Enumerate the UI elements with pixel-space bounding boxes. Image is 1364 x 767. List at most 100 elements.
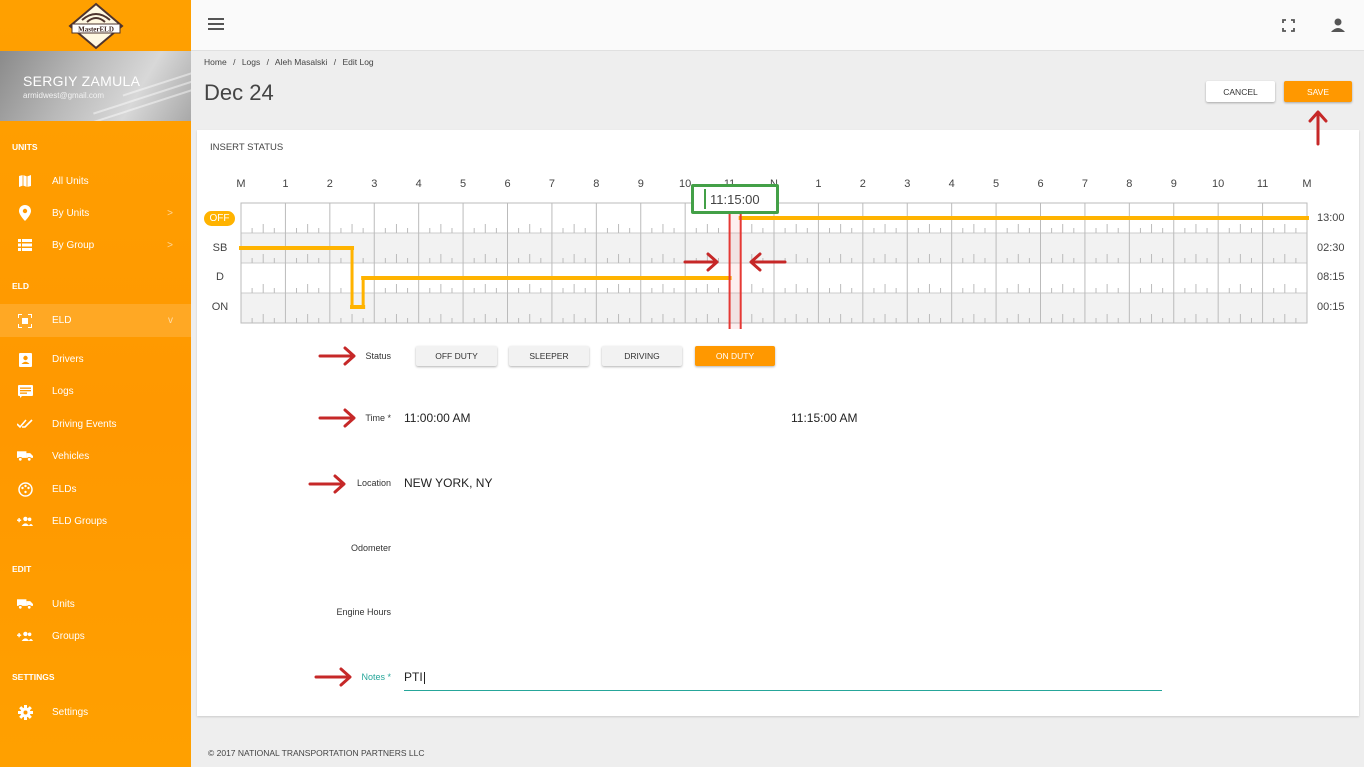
time-start-field[interactable]: 11:00:00 AM [404, 411, 471, 425]
hour-label: 2 [859, 178, 866, 190]
gear-icon [17, 704, 33, 720]
total-off: 13:00 [1317, 212, 1345, 224]
sidebar-item-label: Drivers [52, 353, 84, 365]
sidebar-item-settings[interactable]: Settings [0, 696, 191, 728]
card-title: INSERT STATUS [210, 142, 284, 153]
logo-icon: MasterELD [67, 2, 124, 49]
sidebar-item-label: Driving Events [52, 418, 117, 430]
notes-text: PTI [404, 670, 423, 684]
list-icon [17, 237, 33, 253]
sidebar-item-label: By Units [52, 207, 90, 219]
hour-label: 2 [326, 178, 333, 190]
status-label-sb: SB [212, 242, 228, 254]
breadcrumb-separator: / [266, 57, 269, 67]
time-label: Time * [365, 413, 391, 423]
status-label-on: ON [211, 301, 229, 313]
hour-label: 1 [815, 178, 822, 190]
sidebar-item-label: By Group [52, 239, 95, 251]
top-bar [191, 0, 1364, 51]
hour-label: 3 [371, 178, 378, 190]
eld-icon [17, 313, 33, 329]
sidebar-item-by-units[interactable]: By Units > [0, 197, 191, 229]
sidebar-item-label: ELD Groups [52, 515, 108, 527]
breadcrumb-logs[interactable]: Logs [242, 57, 260, 67]
sidebar-item-groups[interactable]: Groups [0, 620, 191, 652]
sidebar-item-all-units[interactable]: All Units [0, 165, 191, 197]
badge-icon [17, 351, 33, 367]
group-add-icon [17, 628, 33, 644]
section-label-settings: SETTINGS [12, 672, 55, 682]
odometer-field[interactable] [404, 541, 704, 557]
location-label: Location [356, 478, 391, 488]
location-field[interactable]: NEW YORK, NY [404, 476, 492, 490]
status-driving-button[interactable]: DRIVING [602, 346, 682, 366]
engine-hours-label: Engine Hours [336, 607, 391, 617]
section-label-edit: EDIT [12, 564, 32, 574]
hamburger-icon[interactable] [208, 18, 224, 32]
status-label: Status [365, 351, 391, 361]
hour-label: 6 [1037, 178, 1044, 190]
logs-icon [17, 383, 33, 399]
account-icon[interactable] [1330, 17, 1346, 33]
brand-logo[interactable]: MasterELD [0, 0, 191, 51]
hour-label: 6 [504, 178, 511, 190]
sidebar-item-label: Units [52, 598, 75, 610]
fullscreen-icon[interactable] [1282, 19, 1295, 32]
cancel-button[interactable]: CANCEL [1206, 81, 1275, 102]
hour-label: M [236, 178, 246, 190]
sidebar: MasterELD SERGIY ZAMULA armidwest@gmail.… [0, 0, 191, 767]
profile-email: armidwest@gmail.com [23, 91, 105, 100]
sidebar-item-label: Settings [52, 706, 89, 718]
notes-underline [404, 690, 1162, 691]
selection-time-label: 11:15:00 [710, 192, 760, 207]
time-end-field[interactable]: 11:15:00 AM [791, 411, 858, 425]
sidebar-item-label: ELDs [52, 483, 77, 495]
footer-copyright: © 2017 NATIONAL TRANSPORTATION PARTNERS … [208, 748, 425, 758]
engine-hours-field[interactable] [404, 605, 704, 621]
selection-time-badge: 11:15:00 [691, 184, 779, 214]
hour-label: 5 [993, 178, 1000, 190]
page-title: Dec 24 [204, 80, 274, 105]
selection-handle[interactable] [704, 189, 706, 209]
breadcrumb-driver[interactable]: Aleh Masalski [275, 57, 327, 67]
notes-field[interactable]: PTI [404, 670, 425, 684]
sidebar-item-elds[interactable]: ELDs [0, 473, 191, 505]
truck-icon [17, 596, 33, 612]
hour-label: 4 [415, 178, 422, 190]
double-check-icon [17, 416, 33, 432]
hour-label: 1 [282, 178, 289, 190]
device-icon [17, 481, 33, 497]
group-add-icon [17, 513, 33, 529]
sidebar-item-by-group[interactable]: By Group > [0, 229, 191, 261]
sidebar-item-logs[interactable]: Logs [0, 375, 191, 407]
breadcrumb-separator: / [233, 57, 236, 67]
hour-label: 3 [904, 178, 911, 190]
status-label-off: OFF [204, 211, 235, 226]
sidebar-item-units[interactable]: Units [0, 588, 191, 620]
notes-label: Notes * [361, 672, 391, 682]
sidebar-item-vehicles[interactable]: Vehicles [0, 440, 191, 472]
hour-label: 5 [460, 178, 467, 190]
total-sb: 02:30 [1317, 242, 1345, 254]
status-on-duty-button[interactable]: ON DUTY [695, 346, 775, 366]
hour-label: 9 [1170, 178, 1177, 190]
sidebar-item-eld-groups[interactable]: ELD Groups [0, 505, 191, 537]
breadcrumb-home[interactable]: Home [204, 57, 227, 67]
profile-name: SERGIY ZAMULA [23, 73, 141, 89]
breadcrumb-current: Edit Log [342, 57, 374, 67]
hour-label: 4 [948, 178, 955, 190]
chevron-right-icon: > [167, 239, 173, 251]
sidebar-item-drivers[interactable]: Drivers [0, 343, 191, 375]
chevron-down-icon: v [168, 315, 173, 326]
profile-banner: SERGIY ZAMULA armidwest@gmail.com [0, 51, 191, 121]
save-button[interactable]: SAVE [1284, 81, 1352, 102]
status-off-duty-button[interactable]: OFF DUTY [416, 346, 497, 366]
sidebar-item-driving-events[interactable]: Driving Events [0, 408, 191, 440]
status-sleeper-button[interactable]: SLEEPER [509, 346, 589, 366]
svg-text:MasterELD: MasterELD [78, 25, 114, 33]
insert-status-card [197, 130, 1359, 716]
sidebar-item-label: All Units [52, 175, 89, 187]
sidebar-item-eld[interactable]: ELD v [0, 304, 191, 337]
section-label-units: UNITS [12, 142, 38, 152]
text-cursor [423, 671, 425, 684]
